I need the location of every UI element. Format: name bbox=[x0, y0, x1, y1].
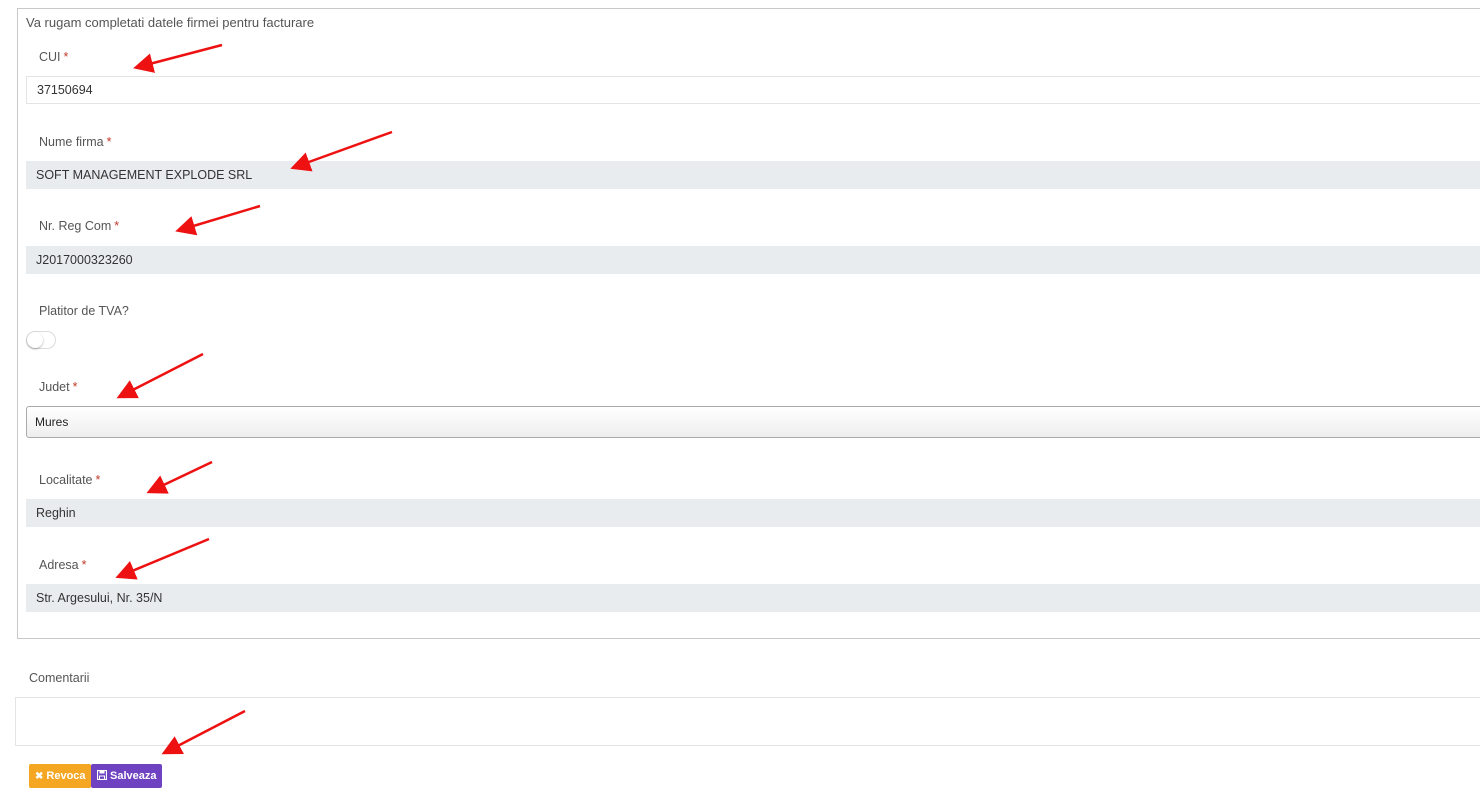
platitor-tva-label: Platitor de TVA? bbox=[39, 304, 129, 318]
intro-text: Va rugam completati datele firmei pentru… bbox=[26, 15, 315, 30]
nume-firma-label: Nume firma * bbox=[39, 135, 111, 149]
salveaza-label: Salveaza bbox=[110, 770, 157, 782]
cui-input[interactable]: 37150694 bbox=[26, 76, 1480, 104]
required-mark: * bbox=[81, 558, 87, 572]
revoca-button[interactable]: ✖ Revoca bbox=[29, 764, 91, 788]
adresa-input[interactable]: Str. Argesului, Nr. 35/N bbox=[26, 584, 1480, 612]
required-mark: * bbox=[72, 380, 78, 394]
cui-label: CUI * bbox=[39, 50, 68, 64]
localitate-label: Localitate * bbox=[39, 473, 100, 487]
close-icon: ✖ bbox=[35, 770, 44, 782]
required-mark: * bbox=[106, 135, 112, 149]
required-mark: * bbox=[63, 50, 69, 64]
localitate-input[interactable]: Reghin bbox=[26, 499, 1480, 527]
judet-selected-value: Mures bbox=[35, 415, 69, 429]
salveaza-button[interactable]: Salveaza bbox=[91, 764, 162, 788]
revoca-label: Revoca bbox=[46, 770, 86, 782]
adresa-label: Adresa * bbox=[39, 558, 86, 572]
nume-firma-input[interactable]: SOFT MANAGEMENT EXPLODE SRL bbox=[26, 161, 1480, 189]
adresa-label-text: Adresa bbox=[39, 558, 79, 572]
nr-reg-com-input[interactable]: J2017000323260 bbox=[26, 246, 1480, 274]
platitor-tva-toggle[interactable] bbox=[26, 331, 56, 349]
toggle-knob bbox=[27, 332, 43, 348]
required-mark: * bbox=[95, 473, 101, 487]
save-icon bbox=[96, 769, 108, 783]
comentarii-label: Comentarii bbox=[29, 671, 90, 685]
judet-select[interactable]: Mures bbox=[26, 406, 1480, 438]
nr-reg-com-value: J2017000323260 bbox=[36, 253, 133, 267]
adresa-value: Str. Argesului, Nr. 35/N bbox=[36, 591, 163, 605]
cui-value: 37150694 bbox=[37, 83, 93, 97]
nr-reg-com-label: Nr. Reg Com * bbox=[39, 219, 119, 233]
localitate-value: Reghin bbox=[36, 506, 76, 520]
comentarii-textarea[interactable] bbox=[15, 697, 1480, 746]
nr-reg-com-label-text: Nr. Reg Com bbox=[39, 219, 112, 233]
judet-label: Judet * bbox=[39, 380, 77, 394]
nume-firma-label-text: Nume firma bbox=[39, 135, 104, 149]
nume-firma-value: SOFT MANAGEMENT EXPLODE SRL bbox=[36, 168, 253, 182]
judet-label-text: Judet bbox=[39, 380, 70, 394]
cui-label-text: CUI bbox=[39, 50, 61, 64]
required-mark: * bbox=[114, 219, 120, 233]
localitate-label-text: Localitate bbox=[39, 473, 93, 487]
